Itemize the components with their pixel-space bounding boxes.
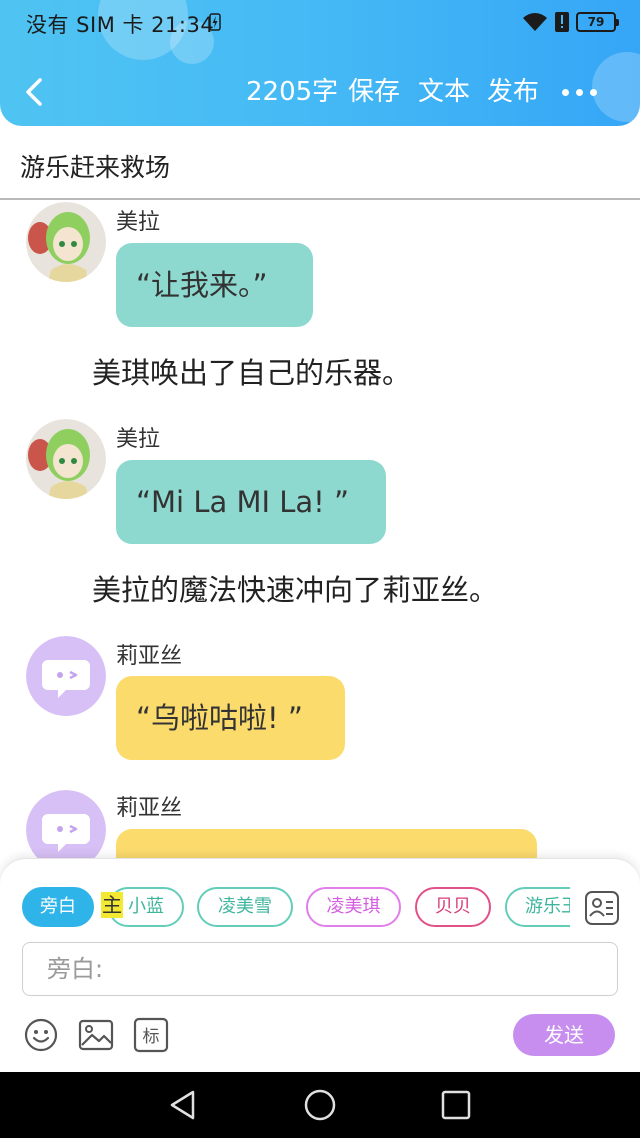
speaker-name: 美拉 — [116, 427, 161, 452]
narration-text[interactable]: 美拉的魔法快速冲向了莉亚丝。 — [92, 567, 498, 609]
character-manage-icon[interactable] — [585, 891, 619, 925]
publish-button[interactable]: 发布 — [487, 74, 539, 110]
tag-icon[interactable]: 标 — [133, 1017, 169, 1053]
avatar-meila[interactable] — [26, 419, 106, 499]
character-chip-list[interactable]: 旁白 小蓝 凌美雪 凌美琪 贝贝 游乐王子 — [0, 887, 570, 929]
status-bar: 没有 SIM 卡 21:34 79 — [0, 0, 640, 44]
image-icon[interactable] — [78, 1017, 114, 1053]
dialogue-bubble[interactable]: “乌啦咕啦! ” — [116, 676, 345, 760]
dialogue-bubble[interactable]: “Mi La MI La! ” — [116, 460, 386, 544]
wifi-icon — [523, 13, 547, 31]
editor-toolbar: 2205字 保存 文本 发布 — [0, 62, 640, 122]
selection-highlight: 主 — [101, 892, 123, 918]
carrier-time-text: 没有 SIM 卡 21:34 — [26, 13, 215, 37]
word-count: 2205字 — [246, 77, 339, 107]
send-button[interactable]: 发送 — [513, 1014, 615, 1056]
dialogue-bubble[interactable] — [116, 829, 537, 858]
charging-icon — [209, 13, 221, 31]
speaker-name: 莉亚丝 — [116, 796, 183, 821]
nav-home-icon[interactable] — [303, 1088, 337, 1122]
story-title[interactable]: 游乐赶来救场 — [20, 148, 170, 184]
system-nav-bar — [0, 1072, 640, 1138]
emoji-icon[interactable] — [23, 1017, 59, 1053]
nav-back-icon[interactable] — [166, 1088, 200, 1122]
battery-icon: 79 — [576, 12, 619, 32]
svg-text:标: 标 — [143, 1027, 160, 1047]
speaker-name: 美拉 — [116, 210, 161, 235]
chip-beibei[interactable]: 贝贝 — [415, 887, 491, 927]
speaker-name: 莉亚丝 — [116, 644, 183, 669]
compose-panel: 旁白 小蓝 凌美雪 凌美琪 贝贝 游乐王子 旁白: — [0, 858, 640, 1072]
chip-youle[interactable]: 游乐王子 — [505, 887, 570, 927]
chip-lingmeixue[interactable]: 凌美雪 — [197, 887, 293, 927]
story-editor-screen: 没有 SIM 卡 21:34 79 2205字 保存 文本 发布 游乐赶来救场 … — [0, 0, 640, 1138]
narration-text[interactable]: 美琪唤出了自己的乐器。 — [92, 350, 411, 392]
dialogue-bubble[interactable]: “让我来。” — [116, 243, 313, 327]
story-title-bar: 游乐赶来救场 — [0, 128, 640, 200]
save-button[interactable]: 保存 — [348, 74, 400, 110]
nav-recents-icon[interactable] — [439, 1088, 473, 1122]
avatar-liyasi[interactable] — [26, 790, 106, 858]
story-chat-list[interactable]: 美拉 “让我来。” 美琪唤出了自己的乐器。 美拉 “Mi La MI La! ”… — [0, 202, 640, 858]
message-input[interactable]: 旁白: — [22, 942, 618, 996]
chip-lingmeiqi[interactable]: 凌美琪 — [306, 887, 401, 927]
avatar-liyasi[interactable] — [26, 636, 106, 716]
status-icons: 79 — [522, 10, 619, 34]
chip-narrator[interactable]: 旁白 — [22, 887, 94, 927]
avatar-meila[interactable] — [26, 202, 106, 282]
app-header: 没有 SIM 卡 21:34 79 2205字 保存 文本 发布 — [0, 0, 640, 126]
back-button[interactable] — [18, 72, 54, 112]
alert-icon — [555, 12, 569, 32]
text-button[interactable]: 文本 — [418, 74, 470, 110]
more-icon[interactable] — [560, 76, 600, 106]
